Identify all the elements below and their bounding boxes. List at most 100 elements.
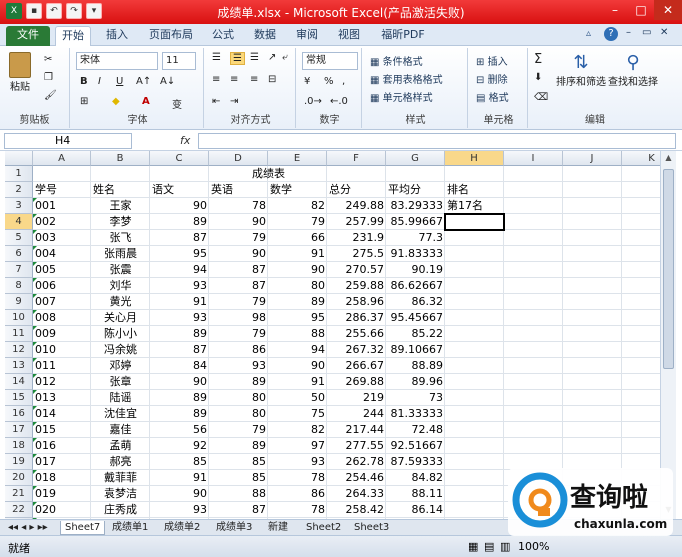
column-header-f[interactable]: F [327, 151, 386, 166]
row-header-4[interactable]: 4 [5, 214, 33, 230]
cell[interactable] [563, 390, 622, 406]
cell[interactable] [445, 246, 504, 262]
column-header-e[interactable]: E [268, 151, 327, 166]
cell[interactable] [563, 310, 622, 326]
table-row-cell[interactable]: 91 [268, 374, 327, 390]
table-row-cell[interactable]: 89 [209, 438, 268, 454]
table-row-cell[interactable]: 81.33333 [386, 406, 445, 422]
row-header-18[interactable]: 18 [5, 438, 33, 454]
name-box[interactable]: H4 [4, 133, 132, 149]
close-button[interactable]: ✕ [654, 0, 682, 20]
merge-center-icon[interactable]: ⊟ [268, 74, 276, 85]
clear-icon[interactable]: ⌫ [534, 92, 548, 103]
table-row-cell[interactable]: 94 [268, 342, 327, 358]
table-row-cell[interactable]: 270.57 [327, 262, 386, 278]
row-header-21[interactable]: 21 [5, 486, 33, 502]
table-row-cell[interactable]: 259.88 [327, 278, 386, 294]
row-header-22[interactable]: 22 [5, 502, 33, 518]
table-row-cell[interactable]: 戴菲菲 [91, 470, 150, 486]
cell[interactable] [445, 390, 504, 406]
table-row-cell[interactable]: 275.5 [327, 246, 386, 262]
column-header-g[interactable]: G [386, 151, 445, 166]
cell[interactable] [622, 406, 660, 422]
table-row-cell[interactable]: 91 [268, 246, 327, 262]
table-row-cell[interactable]: 袁梦洁 [91, 486, 150, 502]
font-color-button[interactable]: A [142, 96, 150, 107]
row-header-13[interactable]: 13 [5, 358, 33, 374]
table-row-cell[interactable]: 88 [209, 486, 268, 502]
cell[interactable] [622, 246, 660, 262]
cell[interactable] [622, 390, 660, 406]
cell[interactable] [445, 470, 504, 486]
cell[interactable] [445, 342, 504, 358]
table-row-cell[interactable]: 89 [150, 214, 209, 230]
table-row-cell[interactable]: 关心月 [91, 310, 150, 326]
tab-view[interactable]: 视图 [333, 26, 365, 46]
cell[interactable] [563, 342, 622, 358]
table-row-cell[interactable]: 庄秀成 [91, 502, 150, 518]
insert-cells-button[interactable]: ⊞ 插入 [476, 53, 508, 68]
copy-icon[interactable]: ❐ [44, 72, 53, 83]
tab-foxit-pdf[interactable]: 福昕PDF [375, 26, 431, 46]
shrink-font-icon[interactable]: A↓ [160, 76, 175, 87]
table-row-cell[interactable]: 嘉佳 [91, 422, 150, 438]
table-header-cell[interactable]: 总分 [327, 182, 386, 198]
sheet-tab-3[interactable]: 成绩单3 [212, 521, 256, 535]
tab-page-layout[interactable]: 页面布局 [144, 26, 198, 46]
table-row-cell[interactable]: 93 [209, 358, 268, 374]
table-row-cell[interactable]: 88 [268, 326, 327, 342]
tab-data[interactable]: 数据 [249, 26, 281, 46]
maximize-button[interactable]: □ [628, 0, 654, 20]
cell[interactable] [445, 358, 504, 374]
row-header-10[interactable]: 10 [5, 310, 33, 326]
cell[interactable] [504, 246, 563, 262]
table-row-cell[interactable]: 257.99 [327, 214, 386, 230]
orientation-icon[interactable]: ↗ [268, 52, 276, 63]
align-middle-icon[interactable]: ☰ [230, 52, 245, 65]
row-header-17[interactable]: 17 [5, 422, 33, 438]
table-row-cell[interactable]: 255.66 [327, 326, 386, 342]
table-row-cell[interactable]: 019 [33, 486, 91, 502]
table-row-cell[interactable]: 79 [268, 214, 327, 230]
table-row-cell[interactable]: 90 [268, 358, 327, 374]
cell[interactable] [445, 438, 504, 454]
table-title[interactable]: 成绩表 [33, 166, 504, 182]
table-row-cell[interactable]: 286.37 [327, 310, 386, 326]
cell[interactable] [504, 406, 563, 422]
table-header-cell[interactable]: 英语 [209, 182, 268, 198]
cell[interactable] [622, 230, 660, 246]
sheet-tab-sheet2[interactable]: Sheet2 [302, 521, 345, 535]
cell[interactable] [622, 422, 660, 438]
table-row-cell[interactable]: 87 [209, 262, 268, 278]
table-row-cell[interactable]: 95 [268, 310, 327, 326]
cell[interactable] [504, 342, 563, 358]
table-header-cell[interactable]: 排名 [445, 182, 504, 198]
cell[interactable] [445, 278, 504, 294]
table-row-cell[interactable]: 244 [327, 406, 386, 422]
table-row-cell[interactable]: 84 [150, 358, 209, 374]
cell[interactable] [445, 294, 504, 310]
wrap-text-icon[interactable]: ⤶ [282, 52, 288, 63]
scroll-thumb[interactable] [663, 169, 674, 369]
worksheet-grid[interactable]: A B C D E F G H I J K 1 2 3 4 5 6 7 8 9 10 11 12 13 14 15 16 17 18 19… [5, 151, 660, 519]
table-row-cell[interactable]: 89.96 [386, 374, 445, 390]
table-row-cell[interactable]: 86.32 [386, 294, 445, 310]
table-row-cell[interactable]: 79 [209, 230, 268, 246]
vertical-scrollbar[interactable]: ▲ ▼ [660, 151, 676, 519]
cell[interactable] [622, 326, 660, 342]
table-row-cell[interactable]: 72.48 [386, 422, 445, 438]
column-header-i[interactable]: I [504, 151, 563, 166]
row-header-1[interactable]: 1 [5, 166, 33, 182]
column-header-c[interactable]: C [150, 151, 209, 166]
table-row-cell[interactable]: 78 [268, 502, 327, 518]
table-row-cell[interactable]: 254.46 [327, 470, 386, 486]
table-header-cell[interactable]: 语文 [150, 182, 209, 198]
cell[interactable] [504, 422, 563, 438]
table-row-cell[interactable]: 266.67 [327, 358, 386, 374]
table-row-cell[interactable]: 孟萌 [91, 438, 150, 454]
cell[interactable] [563, 278, 622, 294]
table-row-cell[interactable]: 217.44 [327, 422, 386, 438]
table-row-cell[interactable]: 张章 [91, 374, 150, 390]
cell[interactable] [563, 182, 622, 198]
table-row-cell[interactable]: 90 [150, 486, 209, 502]
